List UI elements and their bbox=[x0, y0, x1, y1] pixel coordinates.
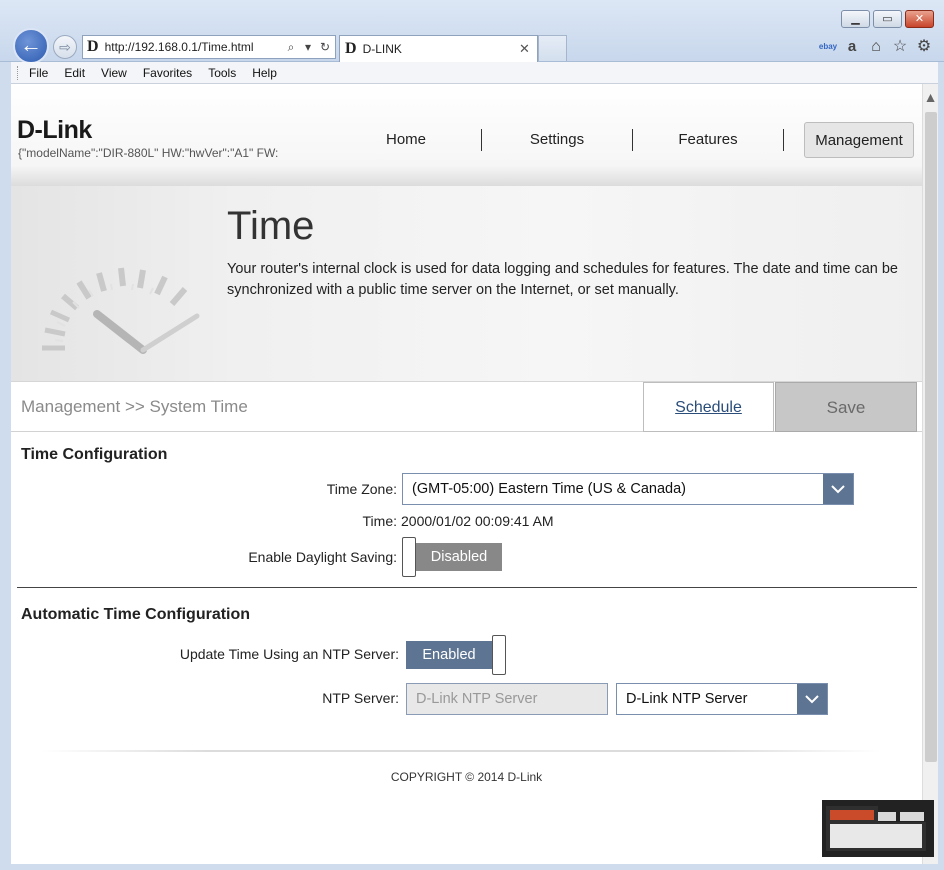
daylight-saving-toggle[interactable]: Disabled bbox=[402, 537, 502, 577]
address-bar[interactable]: D http://192.168.0.1/Time.html ⌕ ▾ ↻ bbox=[82, 35, 336, 59]
chevron-down-icon[interactable] bbox=[823, 474, 853, 504]
page-description: Your router's internal clock is used for… bbox=[227, 261, 898, 298]
scroll-thumb[interactable] bbox=[925, 112, 937, 762]
menubar-grip bbox=[17, 65, 19, 80]
auto-time-config-title: Automatic Time Configuration bbox=[21, 606, 251, 623]
toggle-knob[interactable] bbox=[492, 635, 506, 675]
tab-favicon-icon: D bbox=[345, 40, 357, 57]
toggle-knob[interactable] bbox=[402, 537, 416, 577]
settings-gear-icon[interactable]: ⚙ bbox=[914, 37, 934, 57]
chevron-down-icon[interactable] bbox=[797, 684, 827, 714]
section-divider bbox=[17, 587, 917, 588]
vertical-scrollbar[interactable]: ▲ bbox=[922, 84, 938, 864]
maximize-button[interactable]: ▭ bbox=[873, 10, 902, 28]
ntp-update-state: Enabled bbox=[406, 641, 492, 669]
menu-bar: File Edit View Favorites Tools Help bbox=[11, 62, 938, 84]
ntp-update-label: Update Time Using an NTP Server: bbox=[179, 646, 399, 662]
time-zone-select[interactable]: (GMT-05:00) Eastern Time (US & Canada) bbox=[402, 473, 854, 505]
minimize-button[interactable]: ▁ bbox=[841, 10, 870, 28]
clock-icon bbox=[42, 267, 200, 354]
ntp-server-select[interactable]: D-Link NTP Server bbox=[616, 683, 828, 715]
favorites-star-icon[interactable]: ☆ bbox=[890, 37, 910, 57]
dropdown-icon[interactable]: ▾ bbox=[301, 40, 315, 54]
ntp-server-input[interactable]: D-Link NTP Server bbox=[406, 683, 608, 715]
menu-favorites[interactable]: Favorites bbox=[143, 66, 192, 80]
menu-help[interactable]: Help bbox=[252, 66, 277, 80]
forward-arrow-icon: ⇨ bbox=[59, 39, 71, 55]
ntp-update-toggle[interactable]: Enabled bbox=[406, 635, 506, 675]
ebay-icon[interactable]: ebay bbox=[818, 37, 838, 57]
browser-titlebar: ▁ ▭ ✕ ← ⇨ D http://192.168.0.1/Time.html… bbox=[0, 0, 944, 64]
save-button[interactable]: Save bbox=[775, 382, 917, 432]
close-tab-icon[interactable]: ✕ bbox=[519, 41, 537, 57]
back-button[interactable]: ← bbox=[13, 28, 49, 64]
new-tab-button[interactable] bbox=[538, 35, 567, 61]
footer-divider bbox=[41, 750, 881, 752]
toolbar-icons: ebay a ⌂ ☆ ⚙ bbox=[818, 37, 934, 57]
main-nav: Home Settings Features Management bbox=[331, 122, 914, 158]
scroll-up-icon[interactable]: ▲ bbox=[923, 84, 938, 110]
current-time-value: 2000/01/02 00:09:41 AM bbox=[401, 513, 554, 529]
site-header: D-Link {"modelName":"DIR-880L" HW:"hwVer… bbox=[11, 84, 922, 186]
time-config-title: Time Configuration bbox=[21, 446, 168, 463]
refresh-icon[interactable]: ↻ bbox=[318, 40, 332, 54]
daylight-saving-label: Enable Daylight Saving: bbox=[248, 549, 397, 565]
page-title: Time bbox=[227, 204, 315, 248]
menu-edit[interactable]: Edit bbox=[64, 66, 85, 80]
time-zone-label: Time Zone: bbox=[326, 481, 397, 497]
model-info: {"modelName":"DIR-880L" HW:"hwVer":"A1" … bbox=[18, 146, 279, 160]
page-viewport: D-Link {"modelName":"DIR-880L" HW:"hwVer… bbox=[11, 84, 938, 864]
menu-view[interactable]: View bbox=[101, 66, 127, 80]
breadcrumb: Management >> System Time bbox=[21, 397, 248, 416]
breadcrumb-bar: Management >> System Time Schedule Save bbox=[11, 382, 922, 432]
copyright-text: COPYRIGHT © 2014 D-Link bbox=[390, 770, 543, 784]
watermark-logo-icon bbox=[822, 800, 934, 857]
browser-tab[interactable]: D D-LINK ✕ bbox=[339, 35, 538, 62]
site-favicon-icon: D bbox=[87, 38, 99, 55]
address-url[interactable]: http://192.168.0.1/Time.html bbox=[105, 40, 284, 54]
nav-features[interactable]: Features bbox=[633, 122, 783, 158]
menu-tools[interactable]: Tools bbox=[208, 66, 236, 80]
search-icon[interactable]: ⌕ bbox=[284, 40, 298, 55]
menu-file[interactable]: File bbox=[29, 66, 48, 80]
dlink-logo[interactable]: D-Link bbox=[17, 116, 92, 145]
schedule-button[interactable]: Schedule bbox=[643, 382, 774, 432]
forward-button[interactable]: ⇨ bbox=[53, 35, 77, 59]
nav-settings[interactable]: Settings bbox=[482, 122, 632, 158]
nav-separator bbox=[783, 129, 784, 151]
amazon-icon[interactable]: a bbox=[842, 37, 862, 57]
daylight-saving-state: Disabled bbox=[416, 543, 502, 571]
ntp-server-label: NTP Server: bbox=[322, 690, 399, 706]
hero-banner: Time Your router's internal clock is use… bbox=[11, 186, 922, 382]
nav-home[interactable]: Home bbox=[331, 122, 481, 158]
time-label: Time: bbox=[362, 513, 397, 529]
time-zone-value: (GMT-05:00) Eastern Time (US & Canada) bbox=[412, 481, 686, 497]
home-icon[interactable]: ⌂ bbox=[866, 37, 886, 57]
ntp-server-select-value: D-Link NTP Server bbox=[626, 691, 748, 707]
nav-management[interactable]: Management bbox=[804, 122, 914, 158]
back-arrow-icon: ← bbox=[20, 32, 42, 57]
tab-title: D-LINK bbox=[362, 42, 402, 56]
close-window-button[interactable]: ✕ bbox=[905, 10, 934, 28]
